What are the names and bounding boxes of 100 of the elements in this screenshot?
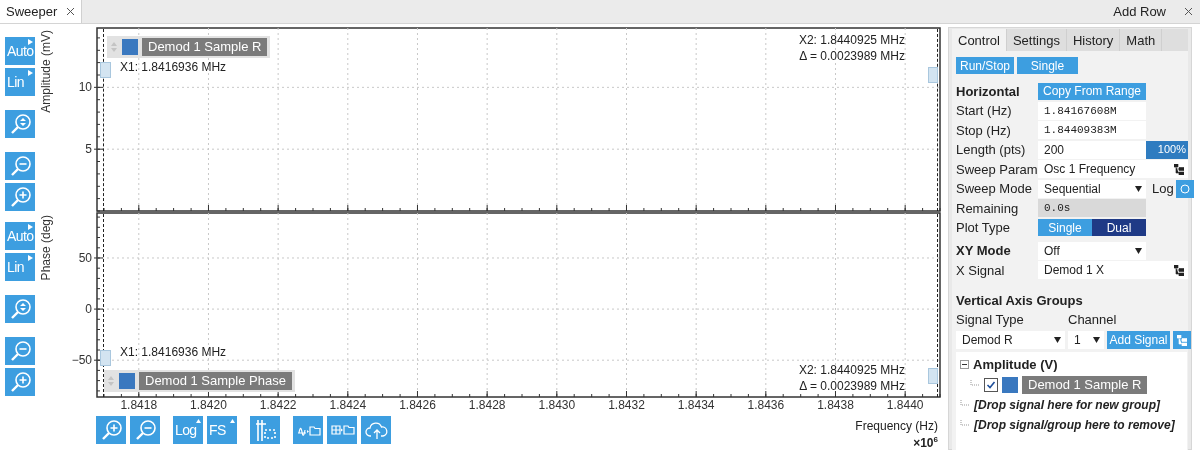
field-label: XY Mode xyxy=(956,243,1012,258)
zoom-in-button[interactable] xyxy=(96,416,126,444)
dropdown[interactable]: Sequential xyxy=(1038,179,1146,198)
signal-label[interactable]: Demod 1 Sample Phase xyxy=(139,372,292,390)
zoom-in-icon xyxy=(9,185,33,209)
section-title: Vertical Axis Groups xyxy=(956,293,1084,308)
zoom-in-icon xyxy=(100,418,124,442)
caret-icon xyxy=(1135,185,1142,192)
expander-icon[interactable] xyxy=(960,360,969,369)
panel-tab[interactable]: Control xyxy=(952,29,1007,51)
zoom-in-button[interactable] xyxy=(5,368,35,396)
tick-label: 1.8430 xyxy=(538,398,576,412)
tick-label: 1.8426 xyxy=(399,398,436,412)
axis-title: Phase (deg) xyxy=(40,215,53,281)
zoom-in-icon xyxy=(9,370,33,394)
cursor-handle[interactable] xyxy=(100,62,111,78)
field-label: Stop (Hz) xyxy=(956,122,1012,138)
field-label: Remaining xyxy=(956,200,1020,216)
number-field[interactable]: 1.84409383M xyxy=(1038,121,1146,139)
axis-title: Frequency (Hz) xyxy=(855,419,938,433)
field-label: Length (pts) xyxy=(956,142,1027,157)
tick-label: 1.8420 xyxy=(190,398,227,412)
field-label: Plot Type xyxy=(956,220,1011,235)
field-label: Signal Type xyxy=(956,312,1025,327)
signal-label[interactable]: Demod 1 Sample R xyxy=(1022,375,1148,394)
axis-multiplier: ×10$^{6}$ xyxy=(913,435,938,450)
zoom-out-button[interactable] xyxy=(5,152,35,180)
drop-hint: [Drop signal here for new group] xyxy=(974,397,1160,412)
zoom-fit-button[interactable] xyxy=(5,110,35,138)
zoom-out-icon xyxy=(9,154,33,178)
export-data-icon xyxy=(331,424,355,436)
cursor-delta: Δ = 0.0023989 MHz xyxy=(799,49,905,63)
tick-label: −50 xyxy=(71,353,92,368)
caret-icon xyxy=(28,224,33,230)
cursor-readout: X2: 1.8440925 MHz xyxy=(798,363,905,377)
tick-label: 1.8422 xyxy=(259,398,297,412)
tick-label: 1.8424 xyxy=(329,398,367,412)
caret-icon xyxy=(230,418,235,424)
zoom-fit-icon xyxy=(9,112,33,136)
add-row-button[interactable]: Add Row xyxy=(1113,0,1166,23)
tick-label: 1.8434 xyxy=(677,398,715,412)
cursor-icon xyxy=(254,418,278,442)
number-field[interactable]: 1.84167608M xyxy=(1038,101,1146,120)
tick-label: 5 xyxy=(85,142,92,157)
zoom-out-icon xyxy=(134,418,158,442)
dropdown[interactable]: 1 xyxy=(1068,331,1104,349)
cursor-handle[interactable] xyxy=(928,368,938,384)
segment-button[interactable]: Dual xyxy=(1092,219,1146,236)
tick-label: 0 xyxy=(85,302,92,317)
tree-icon[interactable] xyxy=(1174,163,1184,175)
signal-field[interactable]: Demod 1 X xyxy=(1038,261,1188,279)
dropdown[interactable]: Demod R xyxy=(956,331,1065,349)
log-toggle[interactable] xyxy=(1175,179,1194,198)
dropdown[interactable]: Off xyxy=(1038,241,1146,260)
axis-title: Amplitude (mV) xyxy=(40,30,53,113)
signal-tree-button[interactable] xyxy=(1173,331,1191,349)
zoom-fit-icon xyxy=(9,297,33,321)
tick-label: 50 xyxy=(78,251,92,265)
caret-icon xyxy=(196,418,201,424)
cursor-delta: Δ = 0.0023989 MHz xyxy=(799,379,905,393)
zoom-out-icon xyxy=(9,339,33,363)
caret-icon xyxy=(28,70,33,76)
document-tab[interactable]: Sweeper xyxy=(0,0,82,23)
checkbox[interactable] xyxy=(984,377,998,392)
number-field[interactable]: 200 xyxy=(1038,140,1146,159)
caret-icon xyxy=(1054,337,1061,343)
tree-icon[interactable] xyxy=(1174,264,1184,276)
cursor-readout: X1: 1.8416936 MHz xyxy=(120,345,227,359)
tick-label: 1.8440 xyxy=(886,398,924,412)
upload-button[interactable] xyxy=(361,416,391,444)
export-plot-button[interactable] xyxy=(293,416,323,444)
cursor-handle[interactable] xyxy=(100,350,111,366)
zoom-out-button[interactable] xyxy=(130,416,160,444)
readonly-field: 0.0s xyxy=(1038,199,1146,217)
tick-label: 1.8436 xyxy=(747,398,785,412)
tick-label: 1.8432 xyxy=(608,398,645,412)
caret-icon xyxy=(1093,337,1100,343)
field-label: Sweep Param xyxy=(956,161,1038,177)
export-plot-icon xyxy=(297,424,321,436)
close-icon[interactable] xyxy=(1184,7,1193,16)
tick-label: 10 xyxy=(78,80,92,95)
progress-reading: 100% xyxy=(1157,142,1186,155)
zoom-out-button[interactable] xyxy=(5,337,35,365)
cursor-handle[interactable] xyxy=(928,67,938,83)
close-icon[interactable] xyxy=(66,7,75,16)
section-title: Horizontal xyxy=(956,83,1021,99)
cursor-button[interactable] xyxy=(250,416,280,444)
tick-label: 1.8428 xyxy=(468,398,506,412)
signal-label[interactable]: Demod 1 Sample R xyxy=(142,38,268,56)
export-data-button[interactable] xyxy=(327,416,357,444)
zoom-fit-button[interactable] xyxy=(5,295,35,323)
zoom-in-button[interactable] xyxy=(5,183,35,211)
tick-label: 1.8418 xyxy=(120,398,158,412)
toggle-label: Log xyxy=(1152,181,1174,196)
field-label: Sweep Mode xyxy=(956,181,1033,196)
field-label: X Signal xyxy=(956,262,1006,278)
drop-hint: [Drop signal/group here to remove] xyxy=(974,417,1175,432)
group-label[interactable]: Amplitude (V) xyxy=(973,357,1058,372)
cursor-readout: X1: 1.8416936 MHz xyxy=(120,60,227,74)
signal-field[interactable]: Osc 1 Frequency xyxy=(1038,160,1188,178)
